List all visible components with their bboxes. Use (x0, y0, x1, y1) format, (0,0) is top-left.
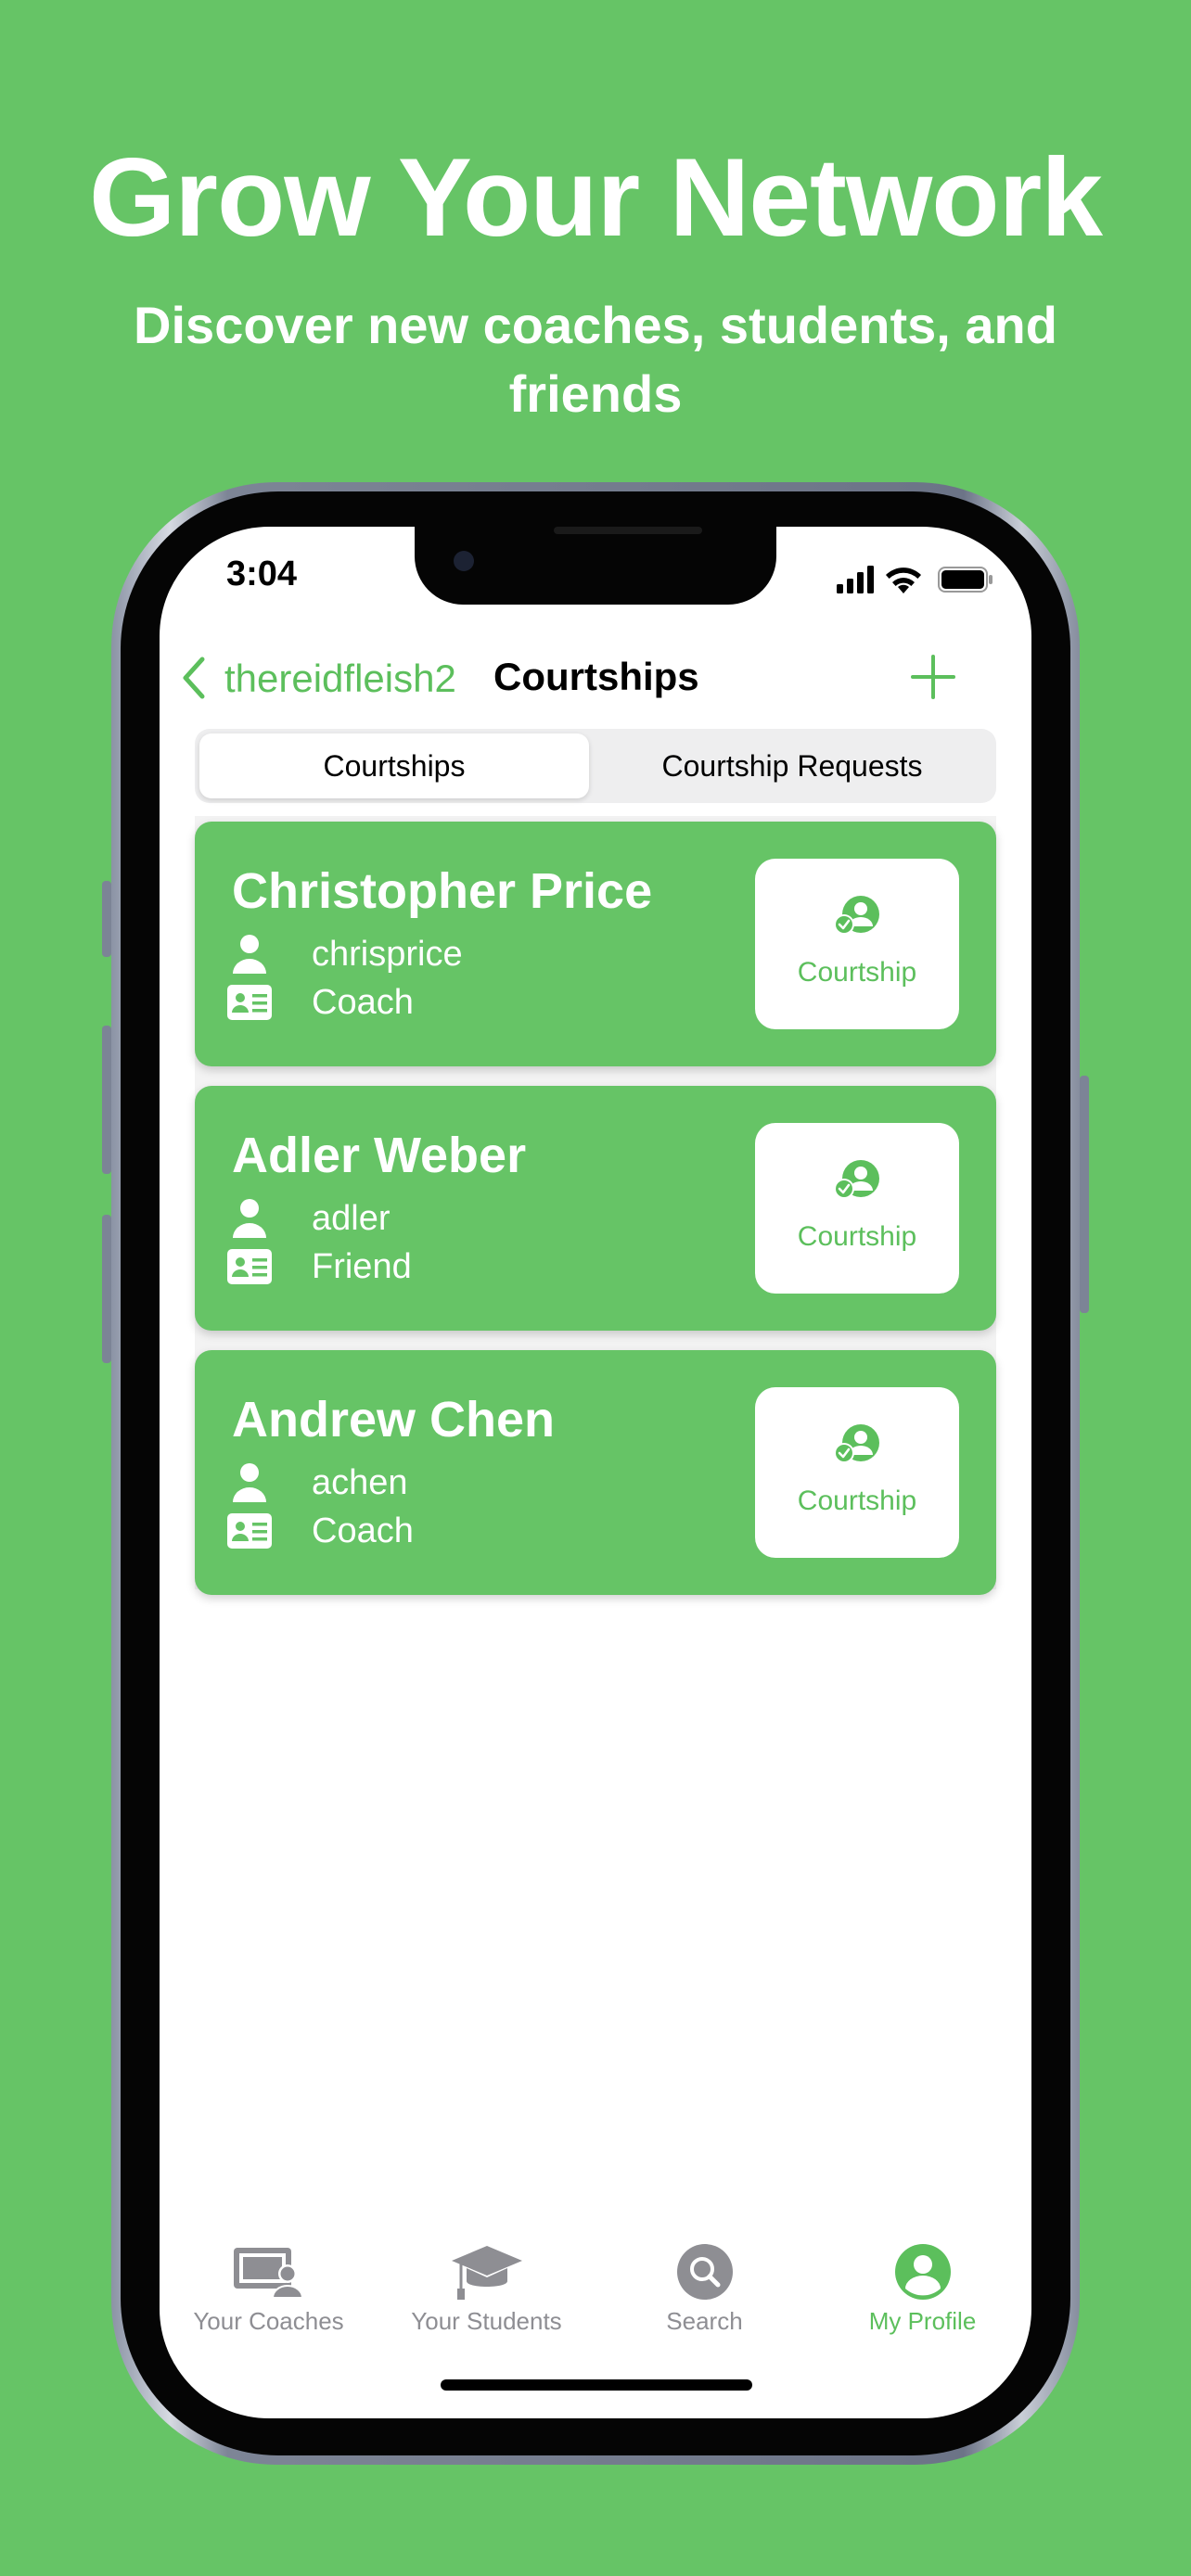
id-card-icon (227, 1513, 272, 1549)
tab-label: My Profile (868, 2307, 977, 2335)
notch (415, 527, 776, 605)
tab-my-profile[interactable]: My Profile (813, 2242, 1031, 2353)
card-role: Coach (312, 1511, 414, 1550)
tab-label: Your Coaches (193, 2307, 344, 2335)
courtship-card[interactable]: Adler Weber adler Friend Courtship (195, 1086, 996, 1331)
back-chevron-icon[interactable] (180, 655, 208, 701)
card-username: adler (312, 1199, 391, 1238)
phone-screen: 3:04 thereidfleish2 Courtships Courtship… (160, 527, 1031, 2418)
courtship-card[interactable]: Christopher Price chrisprice Coach Court… (195, 822, 996, 1066)
card-username: achen (312, 1463, 408, 1502)
back-button[interactable]: thereidfleish2 (224, 657, 456, 701)
card-name: Andrew Chen (232, 1392, 556, 1447)
person-icon (233, 935, 266, 974)
notch-speaker (554, 527, 702, 534)
id-card-icon (227, 1249, 272, 1284)
promo-subhead-text: Discover new coaches, students, and frie… (134, 296, 1057, 423)
phone-silent-switch (102, 881, 111, 957)
add-icon[interactable] (909, 653, 957, 701)
battery-icon (938, 567, 992, 593)
person-icon (233, 1199, 266, 1238)
card-role: Friend (312, 1247, 412, 1286)
wifi-icon (886, 567, 921, 593)
segment-courtships[interactable]: Courtships (199, 733, 589, 798)
id-card-icon (227, 985, 272, 1020)
profile-icon (895, 2244, 951, 2300)
courtship-button[interactable]: Courtship (755, 1387, 959, 1558)
segment-courtship-requests[interactable]: Courtship Requests (594, 733, 991, 798)
front-camera (454, 551, 474, 571)
courtship-card[interactable]: Andrew Chen achen Coach Courtship (195, 1350, 996, 1595)
person-check-icon (834, 1424, 879, 1463)
page-title: Courtships (493, 655, 699, 698)
phone-volume-down (102, 1215, 111, 1363)
navigation-bar: thereidfleish2 Courtships (160, 647, 1031, 712)
phone-power-button (1080, 1076, 1089, 1313)
tab-label: Your Students (411, 2307, 562, 2335)
tab-bar: Your Coaches Your Students Search My Pro… (160, 2242, 1031, 2353)
graduation-cap-icon (452, 2246, 522, 2300)
coaches-icon (234, 2248, 304, 2299)
person-check-icon (834, 1160, 879, 1199)
card-name: Adler Weber (232, 1128, 527, 1183)
status-time: 3:04 (226, 555, 298, 593)
tab-your-students[interactable]: Your Students (378, 2242, 596, 2353)
status-icons (837, 562, 994, 595)
courtship-button-label: Courtship (797, 1486, 917, 1516)
courtship-button[interactable]: Courtship (755, 859, 959, 1029)
search-icon (677, 2244, 733, 2300)
tab-search[interactable]: Search (596, 2242, 813, 2353)
card-username: chrisprice (312, 935, 463, 974)
cellular-signal-icon (837, 566, 874, 593)
person-icon (233, 1463, 266, 1502)
person-check-icon (834, 896, 879, 935)
promo-subhead: Discover new coaches, students, and frie… (0, 291, 1191, 428)
card-name: Christopher Price (232, 863, 653, 919)
courtship-button-label: Courtship (797, 957, 917, 988)
card-role: Coach (312, 983, 414, 1022)
phone-volume-up (102, 1026, 111, 1174)
courtship-button[interactable]: Courtship (755, 1123, 959, 1294)
courtship-button-label: Courtship (797, 1221, 917, 1252)
segmented-control: Courtships Courtship Requests (195, 729, 996, 803)
tab-your-coaches[interactable]: Your Coaches (160, 2242, 378, 2353)
promo-headline: Grow Your Network (88, 135, 1103, 260)
tab-label: Search (666, 2307, 743, 2335)
home-indicator[interactable] (441, 2379, 752, 2391)
